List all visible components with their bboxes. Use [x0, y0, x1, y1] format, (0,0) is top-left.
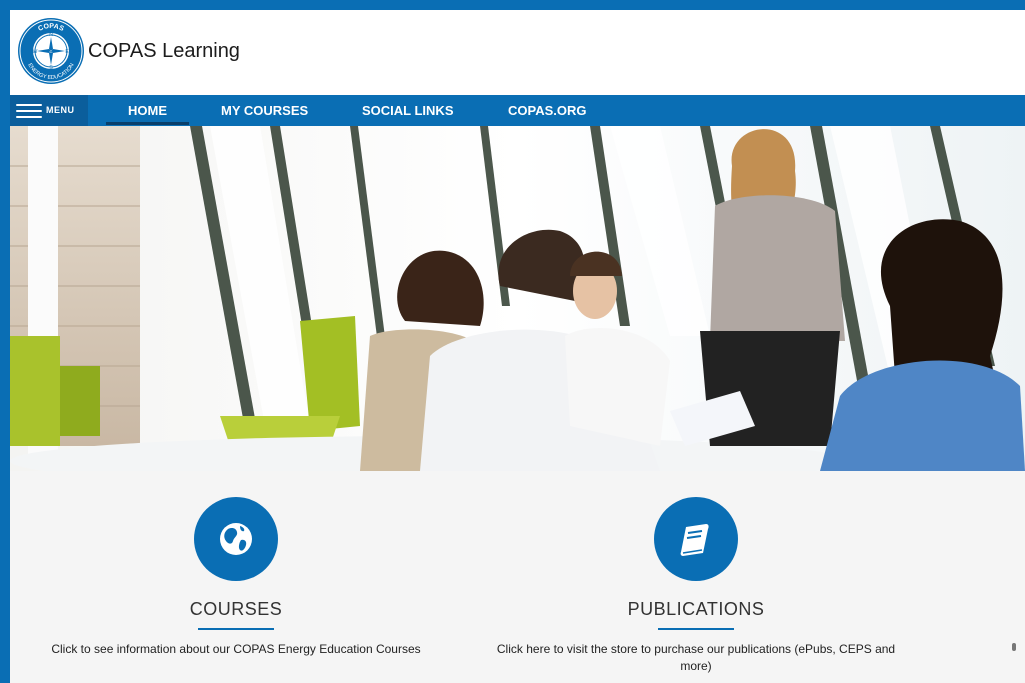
hero-office-meeting-illustration [10, 126, 1025, 471]
courses-description[interactable]: Click to see information about our COPAS… [36, 641, 436, 658]
logo-compass-w: W [33, 49, 38, 55]
logo-compass-n: N [49, 32, 53, 38]
copas-logo[interactable]: COPAS ENERGY EDUCATION N S E W C [16, 16, 86, 86]
site-title[interactable]: COPAS Learning [88, 40, 240, 63]
page-frame: COPAS ENERGY EDUCATION N S E W C COPAS L… [0, 0, 1025, 683]
courses-title[interactable]: COURSES [36, 599, 436, 620]
book-icon [680, 524, 709, 556]
hero-image [10, 126, 1025, 471]
nav-social-links[interactable]: SOCIAL LINKS [362, 95, 454, 126]
logo-compass-center: C [50, 49, 53, 54]
top-border [0, 0, 1025, 10]
courses-icon-button[interactable] [194, 497, 278, 581]
cropped-third-feature-text [1012, 643, 1016, 651]
publications-icon-button[interactable] [654, 497, 738, 581]
publications-title[interactable]: PUBLICATIONS [496, 599, 896, 620]
menu-label: MENU [46, 105, 75, 115]
globe-icon [220, 523, 252, 555]
nav-copas-org[interactable]: COPAS.ORG [508, 95, 587, 126]
nav-home[interactable]: HOME [106, 95, 189, 126]
publications-description[interactable]: Click here to visit the store to purchas… [496, 641, 896, 675]
features-section: COURSES Click to see information about o… [10, 471, 1025, 683]
menu-button[interactable]: MENU [10, 95, 88, 126]
courses-title-rule [198, 628, 274, 630]
main-nav: MENU HOME MY COURSES SOCIAL LINKS COPAS.… [10, 95, 1025, 126]
nav-my-courses[interactable]: MY COURSES [221, 95, 308, 126]
publications-title-rule [658, 628, 734, 630]
site-header: COPAS ENERGY EDUCATION N S E W C COPAS L… [10, 10, 1025, 95]
left-border [0, 0, 10, 683]
hamburger-icon [16, 104, 42, 118]
